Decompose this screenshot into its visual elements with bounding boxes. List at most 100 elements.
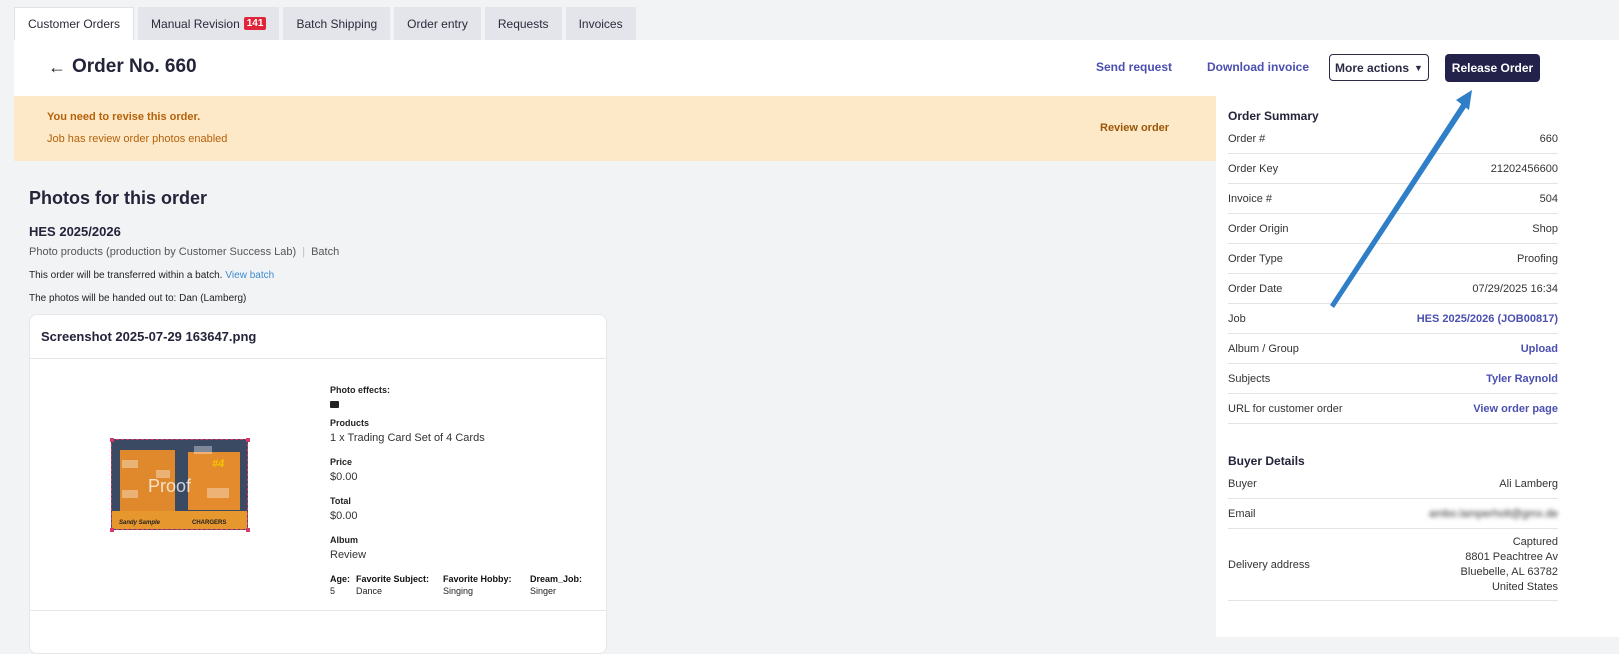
summary-row-album: Album / Group Upload <box>1228 334 1558 364</box>
summary-row-date: Order Date 07/29/2025 16:34 <box>1228 274 1558 304</box>
attr-value: Singing <box>443 586 474 596</box>
job-title: HES 2025/2026 <box>29 224 121 239</box>
subject-link[interactable]: Tyler Raynold <box>1486 373 1558 385</box>
attr-key: Favorite Subject: <box>356 574 430 584</box>
tab-order-entry[interactable]: Order entry <box>394 7 481 40</box>
row-label: Order Date <box>1228 282 1283 295</box>
divider: | <box>302 246 306 258</box>
row-value: Ali Lamberg <box>1499 477 1558 490</box>
thumb-number: #4 <box>212 458 225 470</box>
main-panel: ← Order No. 660 Send request Download in… <box>14 40 1619 654</box>
row-label: Invoice # <box>1228 192 1273 205</box>
summary-row-order-number: Order # 660 <box>1228 124 1558 154</box>
order-summary-title: Order Summary <box>1228 109 1319 123</box>
row-value: 660 <box>1539 132 1558 145</box>
more-actions-label: More actions <box>1335 60 1410 75</box>
subject-attributes: Age: 5 Favorite Subject: Dance Favorite … <box>330 574 582 596</box>
release-order-button[interactable]: Release Order <box>1445 54 1540 82</box>
photo-thumbnail[interactable]: #4 Proof Sandy Sample CHARGERS <box>111 439 248 530</box>
address-line: United States <box>1491 580 1558 593</box>
tab-label: Invoices <box>578 16 623 31</box>
attr-favorite-hobby: Favorite Hobby: Singing <box>443 574 530 596</box>
photo-card: Screenshot 2025-07-29 163647.png #4 Proo… <box>29 314 607 654</box>
row-value: 504 <box>1539 192 1558 205</box>
job-link[interactable]: HES 2025/2026 (JOB00817) <box>1417 313 1558 325</box>
delivery-address-row: Delivery address Captured 8801 Peachtree… <box>1228 529 1558 601</box>
tab-customer-orders[interactable]: Customer Orders <box>14 7 135 40</box>
tab-label: Order entry <box>407 16 468 31</box>
attr-favorite-subject: Favorite Subject: Dance <box>356 574 443 596</box>
email-value: ambo.lamperholt@gmx.de <box>1428 507 1558 520</box>
arrow-left-icon: ← <box>48 56 66 77</box>
photo-effects-label: Photo effects: <box>330 385 391 395</box>
thumb-box <box>122 490 138 498</box>
email-row: Email ambo.lamperholt@gmx.de <box>1228 499 1558 529</box>
handed-out-note: The photos will be handed out to: Dan (L… <box>29 293 247 304</box>
transfer-note: This order will be transferred within a … <box>29 270 274 281</box>
page-title: Order No. 660 <box>72 56 197 77</box>
view-order-page-link[interactable]: View order page <box>1473 403 1558 415</box>
thumb-box <box>207 488 229 498</box>
tab-bar: Customer Orders Manual Revision 141 Batch… <box>14 7 636 41</box>
thumb-box <box>194 446 212 454</box>
album-label: Album <box>330 535 358 545</box>
thumb-team: CHARGERS <box>192 520 227 526</box>
tab-label: Customer Orders <box>28 17 121 31</box>
attr-value: 5 <box>330 586 336 596</box>
total-label: Total <box>330 496 351 506</box>
products-label: Products <box>330 418 370 428</box>
transfer-text: This order will be transferred within a … <box>29 270 223 281</box>
order-header: ← Order No. 660 Send request Download in… <box>14 40 1619 96</box>
attr-value: Dance <box>356 586 383 596</box>
tab-manual-revision[interactable]: Manual Revision 141 <box>138 7 280 40</box>
crop-handle[interactable] <box>110 528 114 532</box>
album-value: Review <box>330 549 367 561</box>
tab-label: Manual Revision <box>151 16 240 31</box>
review-order-link[interactable]: Review order <box>1100 122 1169 134</box>
row-label: Delivery address <box>1228 558 1310 571</box>
photo-effects: Photo effects: <box>330 385 390 413</box>
tab-batch-shipping[interactable]: Batch Shipping <box>283 7 391 40</box>
album-field: Album Review <box>330 535 366 561</box>
summary-row-url: URL for customer order View order page <box>1228 394 1558 424</box>
row-label: Email <box>1228 507 1256 520</box>
products-field: Products 1 x Trading Card Set of 4 Cards <box>330 418 485 444</box>
banner-title: You need to revise this order. <box>47 111 201 123</box>
download-invoice-link[interactable]: Download invoice <box>1207 60 1309 74</box>
attr-value: Singer <box>530 586 557 596</box>
row-value: 21202456600 <box>1490 162 1558 175</box>
attr-key: Age: <box>330 574 350 584</box>
address-line: Bluebelle, AL 63782 <box>1460 565 1558 578</box>
row-label: Buyer <box>1228 477 1257 490</box>
send-request-link[interactable]: Send request <box>1096 60 1172 74</box>
job-type: Batch <box>311 246 340 258</box>
row-label: Order Origin <box>1228 222 1289 235</box>
row-label: Order # <box>1228 132 1266 145</box>
crop-handle[interactable] <box>246 528 250 532</box>
price-value: $0.00 <box>330 471 358 483</box>
view-batch-link[interactable]: View batch <box>225 270 274 281</box>
image-icon <box>330 401 339 408</box>
attr-age: Age: 5 <box>330 574 356 596</box>
photos-section: Photos for this order HES 2025/2026 Phot… <box>14 161 1216 654</box>
attr-dream-job: Dream_Job: Singer <box>530 574 582 596</box>
summary-row-job: Job HES 2025/2026 (JOB00817) <box>1228 304 1558 334</box>
tab-invoices[interactable]: Invoices <box>565 7 636 40</box>
thumb-name: Sandy Sample <box>119 520 161 526</box>
summary-row-invoice: Invoice # 504 <box>1228 184 1558 214</box>
summary-row-origin: Order Origin Shop <box>1228 214 1558 244</box>
more-actions-button[interactable]: More actions ▼ <box>1329 54 1429 81</box>
buyer-details-title: Buyer Details <box>1228 454 1305 468</box>
count-badge: 141 <box>243 17 267 30</box>
album-link[interactable]: Upload <box>1521 343 1558 355</box>
back-link[interactable]: ← Order No. 660 <box>48 56 197 78</box>
row-value: 07/29/2025 16:34 <box>1472 282 1558 295</box>
proof-watermark: Proof <box>148 476 192 496</box>
row-label: Album / Group <box>1228 342 1299 355</box>
thumb-box <box>122 460 138 468</box>
tab-requests[interactable]: Requests <box>484 7 562 40</box>
crop-handle[interactable] <box>246 438 250 442</box>
summary-row-order-key: Order Key 21202456600 <box>1228 154 1558 184</box>
crop-handle[interactable] <box>110 438 114 442</box>
attr-key: Favorite Hobby: <box>443 574 512 584</box>
